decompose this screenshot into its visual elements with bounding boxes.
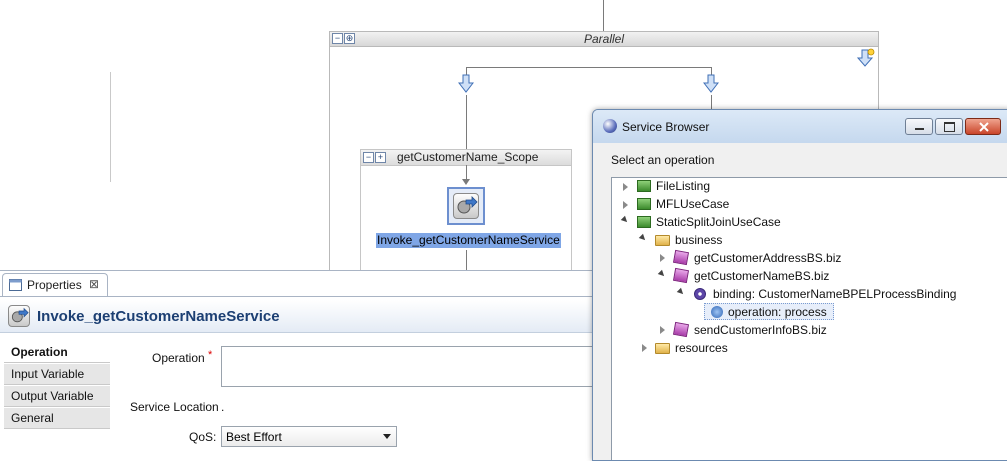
add-branch-icon[interactable] (856, 48, 876, 70)
properties-icon (9, 279, 22, 291)
tab-operation[interactable]: Operation (4, 342, 110, 363)
tree-item-mflusecase[interactable]: MFLUseCase (656, 196, 729, 212)
operation-icon (711, 306, 723, 318)
tree-item-resources[interactable]: resources (675, 340, 728, 356)
eclipse-icon (603, 119, 617, 133)
project-icon (637, 198, 651, 210)
business-service-icon (672, 267, 690, 284)
tab-divider (0, 296, 600, 297)
collapse-tree-icon[interactable] (638, 233, 648, 243)
invoke-icon (453, 193, 479, 219)
chevron-down-icon (383, 434, 391, 439)
close-icon (979, 122, 989, 132)
tree-item-getcustomeraddressbs[interactable]: getCustomerAddressBS.biz (694, 250, 841, 266)
service-browser-dialog: Service Browser Select an operation File… (592, 109, 1007, 461)
expand-icon[interactable] (660, 326, 665, 334)
business-service-icon (672, 321, 690, 338)
project-icon (637, 216, 651, 228)
tab-output-variable[interactable]: Output Variable (4, 386, 110, 407)
connector-arrow-icon (462, 179, 470, 185)
tab-input-variable[interactable]: Input Variable (4, 364, 110, 385)
branch-connector-h (466, 67, 711, 68)
tree-item-filelisting[interactable]: FileListing (656, 178, 710, 194)
tree-item-operation-process[interactable]: operation: process (728, 304, 827, 320)
expand-icon[interactable] (623, 183, 628, 191)
project-icon (637, 180, 651, 192)
service-tree[interactable]: FileListing MFLUseCase StaticSplitJoinUs… (611, 177, 1007, 460)
branch-line-right (711, 95, 712, 109)
collapse-icon[interactable]: − (363, 152, 374, 163)
dialog-instruction: Select an operation (611, 153, 715, 167)
invoke-connector-bottom (466, 250, 467, 270)
close-icon[interactable]: ⊠ (89, 277, 99, 291)
invoke-activity[interactable] (447, 187, 485, 225)
properties-tab-label: Properties (27, 278, 82, 292)
folder-open-icon (655, 235, 670, 246)
minimize-button[interactable] (905, 118, 933, 135)
required-marker: * (208, 349, 213, 361)
properties-tab[interactable]: Properties ⊠ (2, 273, 108, 296)
qos-label: QoS: (189, 430, 217, 444)
tree-item-sendcustomerinfobs[interactable]: sendCustomerInfoBS.biz (694, 322, 827, 338)
expand-icon[interactable] (623, 201, 628, 209)
service-location-label: Service Location (130, 400, 219, 414)
maximize-button[interactable] (935, 118, 963, 135)
properties-header: Invoke_getCustomerNameService (0, 300, 600, 333)
flow-connector-top (603, 0, 604, 31)
tree-item-staticsplitjoinusecase[interactable]: StaticSplitJoinUseCase (656, 214, 781, 230)
tree-item-getcustomernamebs[interactable]: getCustomerNameBS.biz (694, 268, 829, 284)
service-location-value: . (221, 400, 225, 414)
expand-icon[interactable] (642, 344, 647, 352)
scope-header: − + getCustomerName_Scope (361, 150, 571, 166)
scope-title: getCustomerName_Scope (397, 150, 539, 164)
tab-column-border (110, 72, 111, 182)
dialog-title: Service Browser (622, 120, 710, 134)
business-service-icon (672, 249, 690, 266)
binding-icon (694, 288, 706, 300)
folder-icon (655, 343, 670, 354)
invoke-activity-label[interactable]: Invoke_getCustomerNameService (376, 233, 561, 248)
qos-selected-value: Best Effort (226, 430, 282, 444)
invoke-icon (8, 305, 30, 327)
expand-icon[interactable] (660, 254, 665, 262)
operation-input[interactable] (221, 346, 601, 387)
close-button[interactable] (965, 118, 1001, 135)
dialog-titlebar[interactable]: Service Browser (593, 110, 1007, 143)
branch-entry-right-icon (703, 74, 719, 93)
parallel-header: − ⊕ Parallel (330, 32, 878, 47)
properties-title: Invoke_getCustomerNameService (37, 308, 280, 325)
scope-type-icon: + (375, 152, 386, 163)
tree-item-binding[interactable]: binding: CustomerNameBPELProcessBinding (713, 286, 956, 302)
minimize-icon (915, 128, 924, 130)
branch-line-left (466, 95, 467, 149)
tree-item-business[interactable]: business (675, 232, 722, 248)
qos-select[interactable]: Best Effort (221, 426, 397, 447)
operation-label: Operation (152, 351, 205, 365)
parallel-title: Parallel (583, 32, 625, 46)
collapse-tree-icon[interactable] (620, 215, 630, 225)
tab-general[interactable]: General (4, 408, 110, 429)
collapse-tree-icon[interactable] (676, 287, 686, 297)
branch-entry-left-icon (458, 74, 474, 93)
collapse-tree-icon[interactable] (657, 269, 667, 279)
maximize-icon (944, 122, 955, 132)
